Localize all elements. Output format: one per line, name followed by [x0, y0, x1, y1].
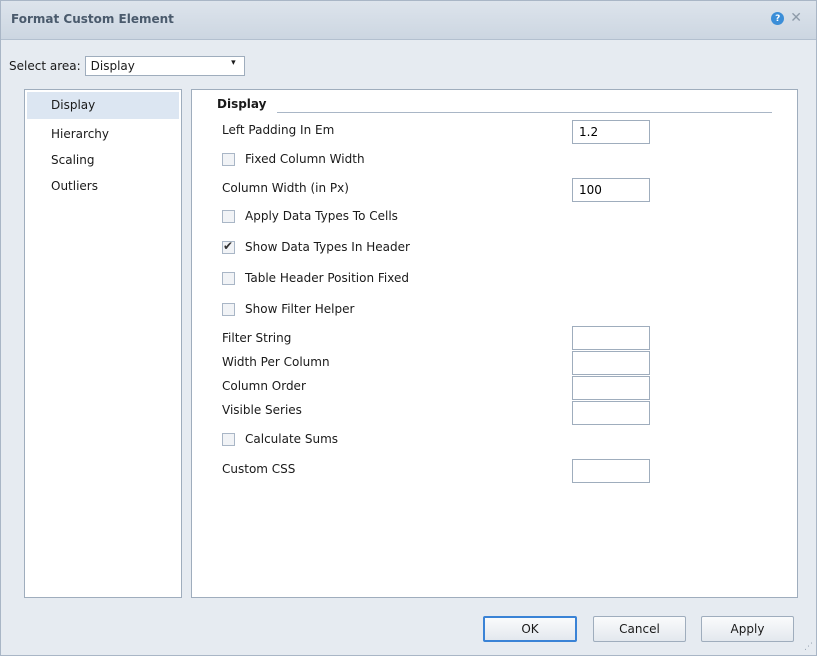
format-custom-element-dialog: Format Custom Element ? ✕ Select area: D… — [0, 0, 817, 656]
section-header: Display — [217, 97, 772, 117]
calculate-sums-label: Calculate Sums — [245, 432, 339, 446]
fixed-column-width-row[interactable]: Fixed Column Width — [222, 152, 365, 166]
title-icons: ? ✕ — [771, 11, 802, 25]
visible-series-input[interactable] — [572, 401, 650, 425]
table-header-fixed-label: Table Header Position Fixed — [245, 271, 409, 285]
show-filter-helper-label: Show Filter Helper — [245, 302, 355, 316]
show-filter-helper-checkbox[interactable] — [222, 302, 235, 316]
sidebar-item-scaling[interactable]: Scaling — [25, 147, 181, 173]
section-title: Display — [217, 97, 273, 111]
filter-string-input[interactable] — [572, 326, 650, 350]
select-area-row: Select area: Display ▾ — [9, 56, 245, 76]
ok-button[interactable]: OK — [483, 616, 577, 642]
resize-grip-icon[interactable]: ⋰ — [804, 642, 813, 652]
width-per-column-input[interactable] — [572, 351, 650, 375]
filter-string-label: Filter String — [222, 331, 292, 345]
table-header-fixed-row[interactable]: Table Header Position Fixed — [222, 271, 409, 285]
fixed-column-width-checkbox[interactable] — [222, 152, 235, 166]
apply-button[interactable]: Apply — [701, 616, 794, 642]
left-padding-input[interactable] — [572, 120, 650, 144]
column-width-input[interactable] — [572, 178, 650, 202]
column-width-label: Column Width (in Px) — [222, 181, 349, 195]
cancel-button[interactable]: Cancel — [593, 616, 686, 642]
sidebar-item-hierarchy[interactable]: Hierarchy — [25, 121, 181, 147]
section-divider — [277, 112, 772, 113]
dialog-titlebar: Format Custom Element ? ✕ — [1, 1, 816, 40]
apply-data-types-label: Apply Data Types To Cells — [245, 209, 398, 223]
custom-css-input[interactable] — [572, 459, 650, 483]
chevron-down-icon: ▾ — [231, 58, 236, 68]
table-header-fixed-checkbox[interactable] — [222, 271, 235, 285]
sidebar-item-display[interactable]: Display — [27, 92, 179, 119]
show-data-types-header-checkbox[interactable] — [222, 239, 235, 254]
help-icon[interactable]: ? — [771, 12, 785, 25]
select-area-dropdown[interactable]: Display ▾ — [84, 56, 245, 76]
select-area-value: Display — [90, 59, 135, 73]
apply-data-types-checkbox[interactable] — [222, 209, 235, 223]
close-icon[interactable]: ✕ — [790, 11, 802, 25]
column-order-input[interactable] — [572, 376, 650, 400]
select-area-label: Select area: — [9, 59, 81, 73]
custom-css-label: Custom CSS — [222, 462, 296, 476]
display-settings-panel: Display Left Padding In Em Fixed Column … — [191, 89, 798, 598]
left-padding-label: Left Padding In Em — [222, 123, 335, 137]
column-order-label: Column Order — [222, 379, 306, 393]
dialog-title: Format Custom Element — [11, 12, 174, 26]
fixed-column-width-label: Fixed Column Width — [245, 152, 365, 166]
calculate-sums-checkbox[interactable] — [222, 432, 235, 446]
apply-data-types-row[interactable]: Apply Data Types To Cells — [222, 209, 398, 223]
visible-series-label: Visible Series — [222, 403, 302, 417]
sidebar-item-outliers[interactable]: Outliers — [25, 173, 181, 199]
calculate-sums-row[interactable]: Calculate Sums — [222, 432, 338, 446]
width-per-column-label: Width Per Column — [222, 355, 330, 369]
show-data-types-header-row[interactable]: Show Data Types In Header — [222, 239, 410, 254]
show-data-types-header-label: Show Data Types In Header — [245, 240, 410, 254]
area-sidebar: Display Hierarchy Scaling Outliers — [24, 89, 182, 598]
show-filter-helper-row[interactable]: Show Filter Helper — [222, 302, 354, 316]
